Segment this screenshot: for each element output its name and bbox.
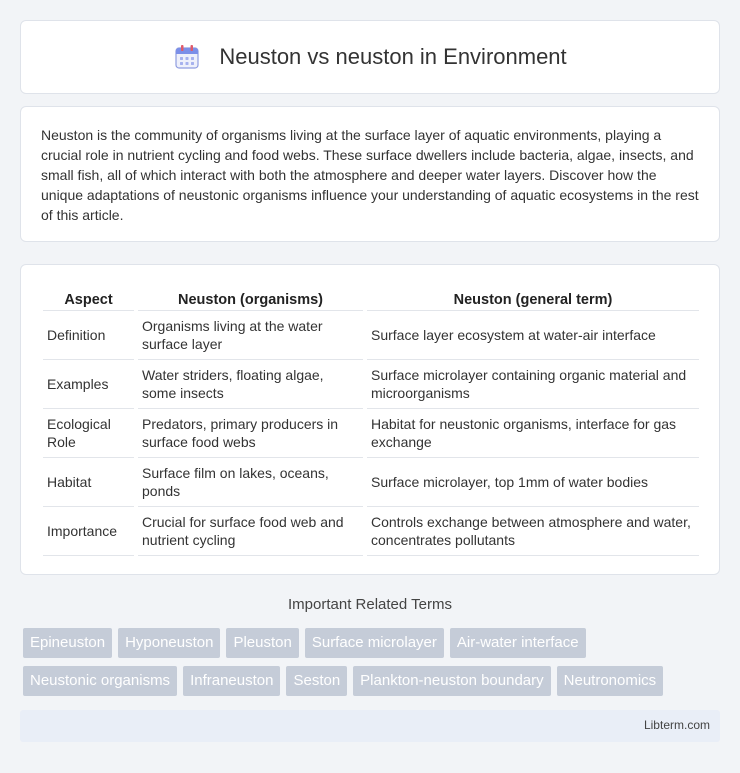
- table-cell-aspect: Habitat: [43, 458, 134, 507]
- column-header-general-term: Neuston (general term): [367, 285, 699, 311]
- intro-card: Neuston is the community of organisms li…: [20, 106, 720, 242]
- related-terms-heading: Important Related Terms: [288, 596, 452, 613]
- tag-surface-microlayer[interactable]: Surface microlayer: [304, 628, 444, 658]
- table-row: Habitat Surface film on lakes, oceans, p…: [43, 458, 699, 507]
- table-cell-organisms: Water striders, floating algae, some ins…: [138, 360, 363, 409]
- tag-neutronomics[interactable]: Neutronomics: [556, 666, 664, 696]
- table-row: Definition Organisms living at the water…: [43, 311, 699, 360]
- calendar-icon: [175, 45, 199, 69]
- table-header-row: Aspect Neuston (organisms) Neuston (gene…: [43, 285, 699, 311]
- table-cell-general-term: Surface layer ecosystem at water-air int…: [367, 311, 699, 360]
- comparison-card: Aspect Neuston (organisms) Neuston (gene…: [20, 264, 720, 575]
- tag-epineuston[interactable]: Epineuston: [23, 628, 113, 658]
- table-cell-general-term: Controls exchange between atmosphere and…: [367, 507, 699, 556]
- table-cell-organisms: Predators, primary producers in surface …: [138, 409, 363, 458]
- tag-seston[interactable]: Seston: [286, 666, 348, 696]
- comparison-table: Aspect Neuston (organisms) Neuston (gene…: [39, 285, 703, 556]
- table-cell-organisms: Organisms living at the water surface la…: [138, 311, 363, 360]
- tag-pleuston[interactable]: Pleuston: [226, 628, 299, 658]
- related-terms-list: Epineuston Hyponeuston Pleuston Surface …: [23, 628, 723, 704]
- tag-hyponeuston[interactable]: Hyponeuston: [118, 628, 221, 658]
- header-card: Neuston vs neuston in Environment: [20, 20, 720, 94]
- tag-row: Neustonic organisms Infraneuston Seston …: [23, 666, 723, 696]
- tag-plankton-neuston-boundary[interactable]: Plankton-neuston boundary: [353, 666, 551, 696]
- table-cell-aspect: Importance: [43, 507, 134, 556]
- table-cell-general-term: Habitat for neustonic organisms, interfa…: [367, 409, 699, 458]
- tag-infraneuston[interactable]: Infraneuston: [183, 666, 281, 696]
- table-cell-general-term: Surface microlayer containing organic ma…: [367, 360, 699, 409]
- table-cell-organisms: Crucial for surface food web and nutrien…: [138, 507, 363, 556]
- tag-row: Epineuston Hyponeuston Pleuston Surface …: [23, 628, 723, 658]
- column-header-aspect: Aspect: [43, 285, 134, 311]
- column-header-organisms: Neuston (organisms): [138, 285, 363, 311]
- intro-paragraph: Neuston is the community of organisms li…: [41, 127, 699, 223]
- tag-neustonic-organisms[interactable]: Neustonic organisms: [23, 666, 178, 696]
- table-row: Ecological Role Predators, primary produ…: [43, 409, 699, 458]
- tag-air-water-interface[interactable]: Air-water interface: [449, 628, 586, 658]
- table-row: Examples Water striders, floating algae,…: [43, 360, 699, 409]
- footer-site-name[interactable]: Libterm.com: [644, 718, 710, 732]
- table-row: Importance Crucial for surface food web …: [43, 507, 699, 556]
- table-cell-aspect: Ecological Role: [43, 409, 134, 458]
- page-title: Neuston vs neuston in Environment: [219, 44, 567, 69]
- table-cell-organisms: Surface film on lakes, oceans, ponds: [138, 458, 363, 507]
- table-cell-aspect: Definition: [43, 311, 134, 360]
- footer-bar: Libterm.com: [20, 710, 720, 742]
- table-cell-general-term: Surface microlayer, top 1mm of water bod…: [367, 458, 699, 507]
- table-cell-aspect: Examples: [43, 360, 134, 409]
